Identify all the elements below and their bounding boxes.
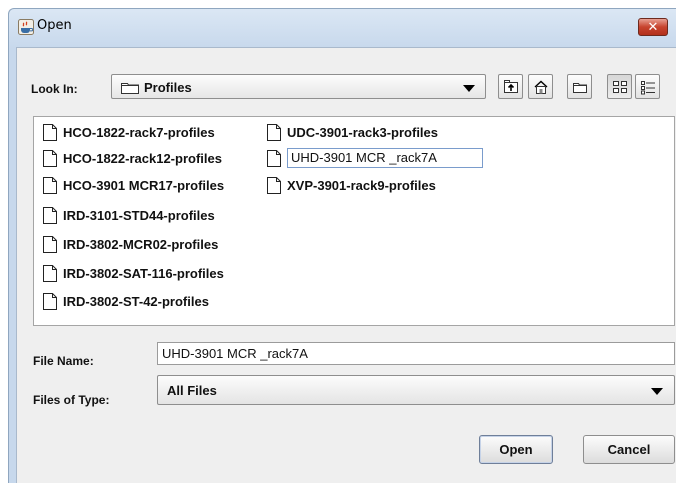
- file-item[interactable]: XVP-3901-rack9-profiles: [266, 174, 436, 196]
- details-view-button[interactable]: [635, 74, 660, 99]
- open-dialog-window: Open ✕ Look In: Profiles HCO-1822-rack7-…: [8, 8, 676, 483]
- window-title: Open: [37, 18, 72, 33]
- file-name-label: IRD-3101-STD44-profiles: [63, 207, 215, 223]
- home-icon: [534, 80, 548, 94]
- file-name-label: XVP-3901-rack9-profiles: [287, 177, 436, 193]
- document-icon: [43, 264, 57, 282]
- list-view-button[interactable]: [607, 74, 632, 99]
- file-name-label: UDC-3901-rack3-profiles: [287, 124, 439, 140]
- up-one-level-button[interactable]: [498, 74, 523, 99]
- new-folder-icon: [573, 83, 587, 93]
- document-icon: [267, 123, 281, 141]
- file-item[interactable]: HCO-1822-rack12-profiles: [42, 147, 222, 169]
- rename-field[interactable]: UHD-3901 MCR _rack7A: [287, 148, 483, 168]
- close-button[interactable]: ✕: [638, 18, 668, 36]
- java-app-icon: [18, 19, 34, 35]
- look-in-dropdown[interactable]: Profiles: [111, 74, 486, 99]
- file-name-label: IRD-3802-MCR02-profiles: [63, 236, 219, 252]
- document-icon: [43, 206, 57, 224]
- file-item-selected[interactable]: UHD-3901 MCR _rack7A: [266, 147, 483, 169]
- file-name-label: HCO-1822-rack7-profiles: [63, 124, 215, 140]
- document-icon: [43, 235, 57, 253]
- close-icon: ✕: [647, 19, 659, 34]
- files-of-type-dropdown[interactable]: All Files: [157, 375, 675, 405]
- file-list[interactable]: HCO-1822-rack7-profiles HCO-1822-rack12-…: [33, 116, 675, 326]
- folder-icon: [121, 83, 139, 94]
- document-icon: [267, 149, 281, 167]
- file-name-label: HCO-3901 MCR17-profiles: [63, 177, 225, 193]
- file-item[interactable]: IRD-3802-ST-42-profiles: [42, 290, 209, 312]
- file-item[interactable]: HCO-1822-rack7-profiles: [42, 121, 215, 143]
- file-item[interactable]: IRD-3802-MCR02-profiles: [42, 233, 218, 255]
- files-of-type-value: All Files: [167, 383, 217, 398]
- file-name-label: File Name:: [33, 354, 94, 368]
- file-item[interactable]: IRD-3101-STD44-profiles: [42, 204, 215, 226]
- up-folder-icon: [504, 80, 518, 93]
- file-name-label: HCO-1822-rack12-profiles: [63, 150, 222, 166]
- home-button[interactable]: [528, 74, 553, 99]
- file-name-label: IRD-3802-SAT-116-profiles: [63, 265, 224, 281]
- file-name-label: IRD-3802-ST-42-profiles: [63, 293, 209, 309]
- file-item[interactable]: IRD-3802-SAT-116-profiles: [42, 262, 224, 284]
- look-in-value: Profiles: [144, 80, 192, 95]
- document-icon: [43, 149, 57, 167]
- chevron-down-icon: [651, 388, 663, 395]
- document-icon: [43, 123, 57, 141]
- list-view-icon: [613, 81, 627, 93]
- file-name-input[interactable]: UHD-3901 MCR _rack7A: [157, 342, 675, 365]
- cancel-button[interactable]: Cancel: [583, 435, 675, 464]
- dialog-body: Look In: Profiles HCO-1822-rack7-profile…: [16, 47, 676, 483]
- document-icon: [43, 292, 57, 310]
- file-item[interactable]: HCO-3901 MCR17-profiles: [42, 174, 224, 196]
- details-view-icon: [641, 81, 655, 95]
- file-item[interactable]: UDC-3901-rack3-profiles: [266, 121, 438, 143]
- document-icon: [267, 176, 281, 194]
- new-folder-button[interactable]: [567, 74, 592, 99]
- open-button[interactable]: Open: [479, 435, 553, 464]
- chevron-down-icon: [463, 85, 475, 92]
- title-bar[interactable]: Open ✕: [9, 9, 676, 43]
- document-icon: [43, 176, 57, 194]
- look-in-label: Look In:: [31, 82, 78, 96]
- files-of-type-label: Files of Type:: [33, 393, 110, 407]
